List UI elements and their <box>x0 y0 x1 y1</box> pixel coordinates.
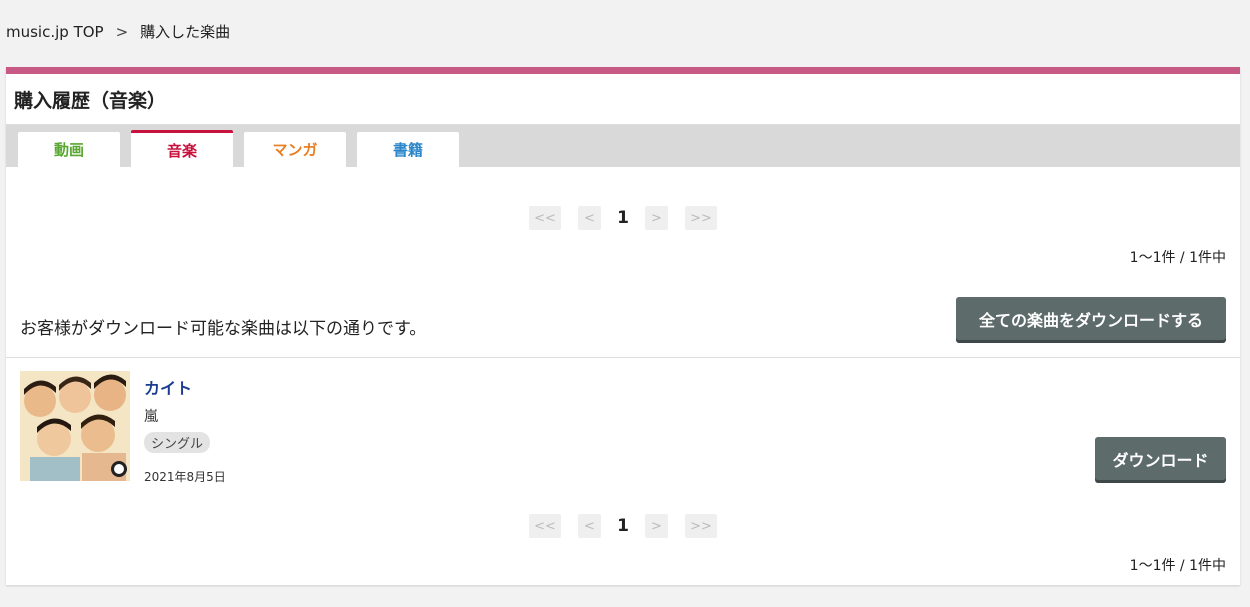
next-page-button[interactable]: > <box>645 514 668 538</box>
download-notice: お客様がダウンロード可能な楽曲は以下の通りです。 <box>20 319 427 339</box>
tab-video[interactable]: 動画 <box>18 132 120 167</box>
download-button[interactable]: ダウンロード <box>1095 437 1226 480</box>
result-count: 1〜1件 / 1件中 <box>1129 250 1226 266</box>
prev-page-button[interactable]: < <box>578 206 601 230</box>
pagination-top: << < 1 > >> <box>6 205 1240 231</box>
divider <box>6 357 1240 358</box>
track-title-link[interactable]: カイト <box>144 375 226 399</box>
album-art-illustration <box>20 371 130 481</box>
release-type-badge: シングル <box>144 432 211 453</box>
breadcrumb-separator: > <box>115 22 129 41</box>
last-page-button[interactable]: >> <box>685 514 717 538</box>
current-page-number: 1 <box>617 516 629 536</box>
next-page-button[interactable]: > <box>645 206 668 230</box>
tab-music[interactable]: 音楽 <box>131 130 233 167</box>
album-jacket-image[interactable] <box>20 371 130 481</box>
first-page-button[interactable]: << <box>529 514 561 538</box>
prev-page-button[interactable]: < <box>578 514 601 538</box>
category-tabs: 動画 音楽 マンガ 書籍 <box>6 125 1240 167</box>
breadcrumb: music.jp TOP > 購入した楽曲 <box>6 21 230 42</box>
result-count: 1〜1件 / 1件中 <box>1129 558 1226 574</box>
breadcrumb-current: 購入した楽曲 <box>140 23 231 41</box>
breadcrumb-home-link[interactable]: music.jp TOP <box>6 23 104 41</box>
tab-books[interactable]: 書籍 <box>357 132 459 167</box>
last-page-button[interactable]: >> <box>685 206 717 230</box>
purchase-date: 2021年8月5日 <box>144 470 226 484</box>
download-all-button[interactable]: 全ての楽曲をダウンロードする <box>956 297 1226 340</box>
first-page-button[interactable]: << <box>529 206 561 230</box>
purchase-history-panel: 購入履歴（音楽） 動画 音楽 マンガ 書籍 << < 1 > >> 1〜1件 /… <box>6 67 1240 585</box>
pagination-bottom: << < 1 > >> <box>6 513 1240 539</box>
tab-manga[interactable]: マンガ <box>244 132 346 167</box>
artist-name: 嵐 <box>144 409 158 425</box>
current-page-number: 1 <box>617 208 629 228</box>
list-item: カイト 嵐 シングル 2021年8月5日 <box>20 371 226 485</box>
page-title: 購入履歴（音楽） <box>6 74 1240 125</box>
